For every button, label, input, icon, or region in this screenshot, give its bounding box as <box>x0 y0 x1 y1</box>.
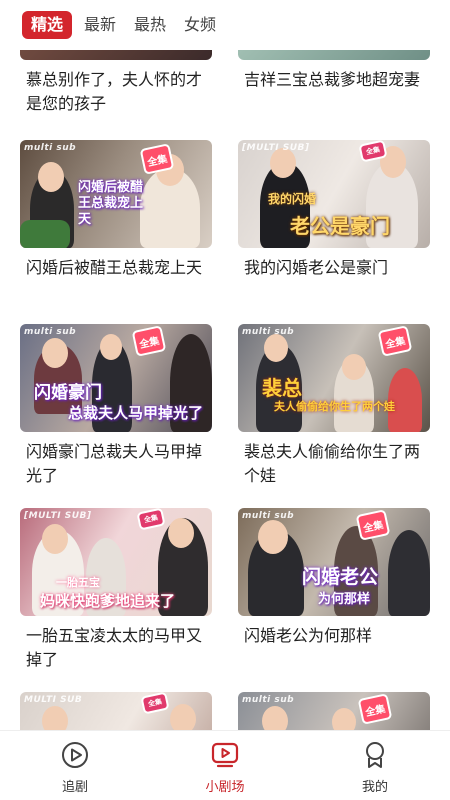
drama-feed[interactable]: 慕总别作了，夫人怀的才是您的孩子 吉祥三宝总裁爹地超宠妻 multi sub 全… <box>0 0 450 730</box>
drama-thumbnail: multi sub 全集 <box>238 692 430 730</box>
drama-title: 慕总别作了，夫人怀的才是您的孩子 <box>26 70 203 113</box>
multi-sub-tag: multi sub <box>24 327 77 337</box>
poster-title-art: 裴总 <box>262 376 302 400</box>
poster-title-art: 老公是豪门 <box>290 214 390 238</box>
drama-card[interactable]: [MULTI SUB] 全集 一胎五宝 妈咪快跑爹地追来了 一胎五宝凌太太的马甲… <box>20 508 212 672</box>
poster-subtitle-art: 为何那样 <box>318 592 371 607</box>
tab-featured[interactable]: 精选 <box>22 11 73 39</box>
poster-subtitle-art: 总裁夫人马甲掉光了 <box>68 404 204 422</box>
multi-sub-tag: multi sub <box>242 695 295 705</box>
drama-title: 闪婚后被醋王总裁宠上天 <box>26 258 203 277</box>
user-icon <box>366 742 384 768</box>
drama-thumbnail: [MULTI SUB] 全集 我的闪婚 老公是豪门 <box>238 140 430 248</box>
nav-item-theater[interactable]: 小剧场 <box>150 731 300 800</box>
multi-sub-tag: multi sub <box>242 327 295 337</box>
complete-badge: 全集 <box>359 695 391 723</box>
drama-title: 一胎五宝凌太太的马甲又掉了 <box>26 626 203 669</box>
bottom-navigation: 追剧 小剧场 我的 <box>0 730 450 800</box>
nav-item-profile[interactable]: 我的 <box>300 731 450 800</box>
drama-thumbnail: multi sub 全集 闪婚老公 为何那样 <box>238 508 430 616</box>
poster-title-art: 闪婚后被醋王总裁宠上天 <box>78 180 144 227</box>
complete-badge: 全集 <box>357 511 389 539</box>
complete-badge: 全集 <box>142 693 168 713</box>
drama-thumbnail: multi sub 全集 闪婚豪门 总裁夫人马甲掉光了 <box>20 324 212 432</box>
nav-item-following[interactable]: 追剧 <box>0 731 150 800</box>
nav-label: 我的 <box>361 780 388 795</box>
nav-label: 小剧场 <box>205 780 245 795</box>
drama-title: 裴总夫人偷偷给你生了两个娃 <box>244 442 421 485</box>
drama-card[interactable]: [MULTI SUB] 全集 我的闪婚 老公是豪门 我的闪婚老公是豪门 <box>238 140 430 280</box>
drama-card[interactable]: multi sub 全集 <box>238 692 430 730</box>
complete-badge: 全集 <box>133 327 165 355</box>
tv-play-icon <box>211 742 239 768</box>
tab-latest[interactable]: 最新 <box>84 11 116 39</box>
complete-badge: 全集 <box>138 509 164 529</box>
play-circle-icon <box>62 742 88 768</box>
drama-thumbnail: [MULTI SUB] 全集 一胎五宝 妈咪快跑爹地追来了 <box>20 508 212 616</box>
drama-card[interactable]: multi sub 全集 闪婚豪门 总裁夫人马甲掉光了 闪婚豪门总裁夫人马甲掉光… <box>20 324 212 488</box>
multi-sub-tag: multi sub <box>24 143 77 153</box>
drama-card[interactable]: multi sub 全集 裴总 夫人偷偷给你生了两个娃 裴总夫人偷偷给你生了两个… <box>238 324 430 488</box>
poster-subtitle-art: 我的闪婚 <box>268 192 317 206</box>
drama-thumbnail: multi sub 全集 闪婚后被醋王总裁宠上天 <box>20 140 212 248</box>
tab-hottest[interactable]: 最热 <box>134 11 166 39</box>
drama-title: 闪婚豪门总裁夫人马甲掉光了 <box>26 442 203 485</box>
drama-title: 我的闪婚老公是豪门 <box>244 258 389 277</box>
drama-title: 闪婚老公为何那样 <box>244 626 373 645</box>
multi-sub-tag: multi sub <box>242 511 295 521</box>
poster-title-art: 闪婚豪门 <box>34 383 102 403</box>
drama-card[interactable]: multi sub 全集 闪婚老公 为何那样 闪婚老公为何那样 <box>238 508 430 648</box>
drama-thumbnail: MULTI SUB 全集 <box>20 692 212 730</box>
poster-subtitle-art: 妈咪快跑爹地追来了 <box>40 592 176 610</box>
poster-subtitle-art: 夫人偷偷给你生了两个娃 <box>274 400 395 413</box>
multi-sub-tag: MULTI SUB <box>24 695 83 705</box>
drama-title: 吉祥三宝总裁爹地超宠妻 <box>244 70 421 89</box>
complete-badge: 全集 <box>379 327 411 355</box>
nav-label: 追剧 <box>61 780 88 795</box>
drama-card[interactable]: multi sub 全集 闪婚后被醋王总裁宠上天 闪婚后被醋王总裁宠上天 <box>20 140 212 280</box>
multi-sub-tag: [MULTI SUB] <box>242 143 310 153</box>
drama-thumbnail: multi sub 全集 裴总 夫人偷偷给你生了两个娃 <box>238 324 430 432</box>
category-tab-bar: 精选 最新 最热 女频 <box>0 0 450 50</box>
drama-card[interactable]: MULTI SUB 全集 <box>20 692 212 730</box>
multi-sub-tag: [MULTI SUB] <box>24 511 92 521</box>
poster-title-art: 闪婚老公 <box>302 566 379 588</box>
poster-title-art: 一胎五宝 <box>56 576 100 589</box>
tab-female-channel[interactable]: 女频 <box>184 11 216 39</box>
